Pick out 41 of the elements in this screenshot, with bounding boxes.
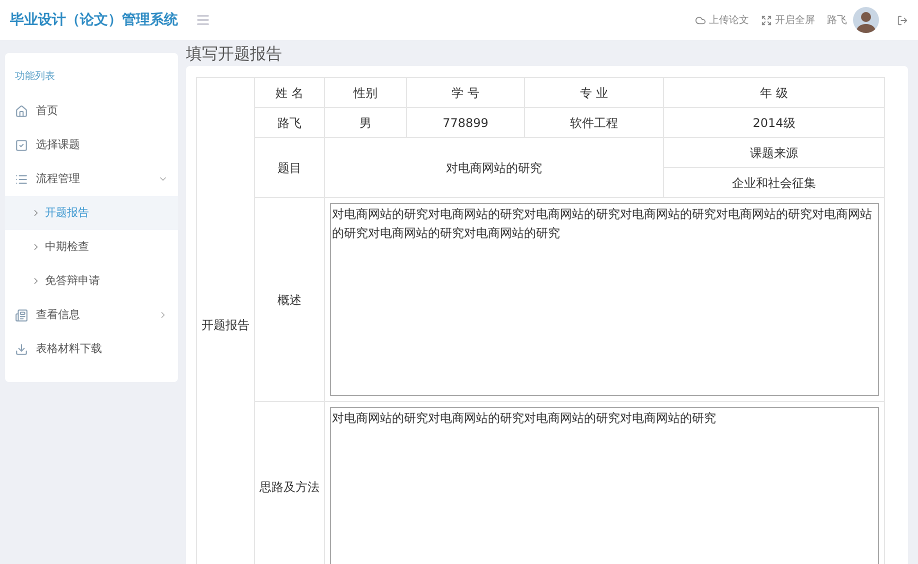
user-name: 路飞 xyxy=(827,14,847,28)
table-header-cell: 年 级 xyxy=(664,78,884,108)
user-avatar[interactable] xyxy=(853,7,879,33)
table-header-cell: 姓 名 xyxy=(254,78,324,108)
section-label: 开题报告 xyxy=(196,78,254,564)
table-cell: 软件工程 xyxy=(524,108,664,138)
menu-icon[interactable] xyxy=(196,13,210,27)
sidebar-item[interactable]: 选择课题 xyxy=(5,128,178,162)
table-cell: 题目 xyxy=(254,138,324,198)
checkbox-icon xyxy=(15,138,28,152)
sidebar-heading: 功能列表 xyxy=(14,70,56,84)
table-cell: 778899 xyxy=(406,108,524,138)
sidebar-item[interactable]: 表格材料下载 xyxy=(5,332,178,366)
table-header-cell: 专 业 xyxy=(524,78,664,108)
download-icon xyxy=(15,342,28,356)
text-area[interactable]: 对电商网站的研究对电商网站的研究对电商网站的研究对电商网站的研究 xyxy=(330,407,879,564)
table-cell: 对电商网站的研究 xyxy=(324,138,664,198)
table-cell: 男 xyxy=(324,108,406,138)
fullscreen-icon xyxy=(761,14,772,26)
cloud-icon xyxy=(695,14,706,26)
table-cell: 企业和社会征集 xyxy=(664,168,884,198)
table-cell: 2014级 xyxy=(664,108,884,138)
table-cell: 课题来源 xyxy=(664,138,884,168)
table-header-cell: 学 号 xyxy=(406,78,524,108)
sidebar-item[interactable]: 首页 xyxy=(5,94,178,128)
sidebar-item[interactable]: 流程管理 xyxy=(5,162,178,196)
submenu-item[interactable]: 中期检查 xyxy=(5,230,178,264)
upload-link[interactable]: 上传论文 xyxy=(695,12,749,28)
list-icon xyxy=(15,172,28,186)
fullscreen-link[interactable]: 开启全屏 xyxy=(761,12,815,28)
text-area[interactable]: 对电商网站的研究对电商网站的研究对电商网站的研究对电商网站的研究对电商网站的研究对电商网站的研究对电商网站的研究对电商网站的研究 xyxy=(330,203,879,396)
sidebar-item[interactable]: 查看信息 xyxy=(5,298,178,332)
app-title: 毕业设计（论文）管理系统 xyxy=(10,10,178,30)
document-icon xyxy=(15,308,28,322)
page-title: 填写开题报告 xyxy=(186,43,282,65)
table-header-cell: 性别 xyxy=(324,78,406,108)
table-cell: 路飞 xyxy=(254,108,324,138)
table-cell: 概述 xyxy=(254,198,324,402)
logout-icon[interactable] xyxy=(897,14,908,26)
home-icon xyxy=(15,104,28,118)
submenu-item[interactable]: 免答辩申请 xyxy=(5,264,178,298)
